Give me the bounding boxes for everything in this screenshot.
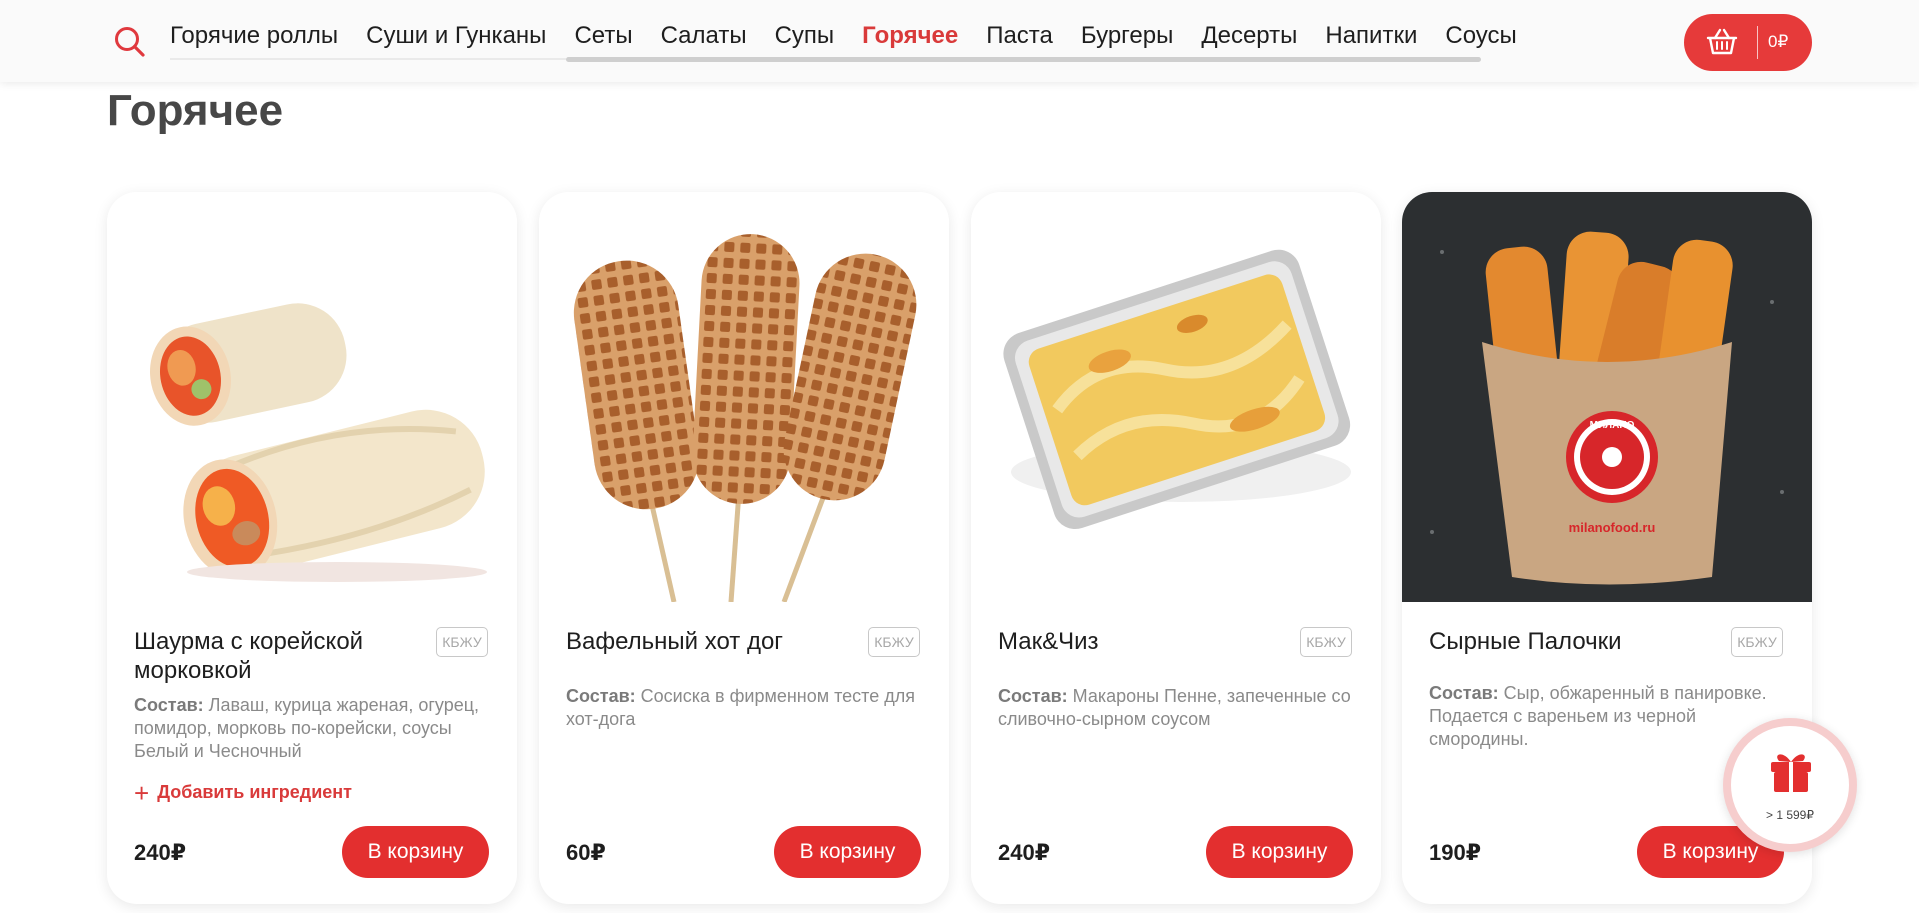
product-description: Состав: Сыр, обжаренный в панировке. Под… [1429,682,1789,751]
add-ingredient-button[interactable]: + Добавить ингредиент [134,777,352,808]
kbju-button[interactable]: КБЖУ [436,627,488,657]
product-title[interactable]: Сырные Палочки [1429,627,1729,656]
product-price: 240₽ [998,840,1051,865]
kbju-button[interactable]: КБЖУ [1731,627,1783,657]
basket-icon [1706,28,1738,55]
product-price: 240₽ [134,840,187,865]
product-image-mac-cheese[interactable] [971,192,1381,602]
nav-item-hot-rolls[interactable]: Горячие роллы [170,18,338,54]
desc-label: Состав: [998,686,1068,706]
nav-item-pasta[interactable]: Паста [986,18,1053,54]
desc-label: Состав: [1429,683,1499,703]
category-nav: Горячие роллы Суши и Гунканы Сеты Салаты… [170,18,1545,54]
nav-item-soups[interactable]: Супы [775,18,835,54]
product-description: Состав: Макароны Пенне, запеченные со сл… [998,685,1358,731]
cart-button[interactable]: 0₽ [1684,14,1812,71]
nav-scroll-track [170,58,566,60]
product-image-shawarma[interactable] [107,192,517,602]
product-price: 190₽ [1429,840,1482,865]
plus-icon: + [134,777,150,808]
package-brand: МИЛАНО [1590,420,1635,431]
cart-total: 0₽ [1768,32,1789,51]
desc-label: Состав: [134,695,204,715]
top-header: Горячие роллы Суши и Гунканы Сеты Салаты… [0,0,1919,82]
kbju-button[interactable]: КБЖУ [868,627,920,657]
add-to-cart-button[interactable]: В корзину [1206,826,1353,878]
nav-item-hot[interactable]: Горячее [862,18,958,54]
product-price: 60₽ [566,840,606,865]
nav-scrollbar[interactable] [566,57,1481,62]
add-to-cart-button[interactable]: В корзину [342,826,489,878]
product-image-cheese-sticks[interactable]: МИЛАНО milanofood.ru [1402,192,1812,602]
page-title: Горячее [107,86,284,135]
product-card: Шаурма с корейской морковкой КБЖУ Состав… [107,192,517,904]
product-title[interactable]: Вафельный хот дог [566,627,866,656]
gift-icon [1771,754,1811,792]
nav-item-sauces[interactable]: Соусы [1445,18,1516,54]
product-image-waffle-hotdog[interactable] [539,192,949,602]
gift-widget[interactable]: > 1 599₽ [1723,718,1857,852]
nav-item-sets[interactable]: Сеты [574,18,632,54]
desc-label: Состав: [566,686,636,706]
add-to-cart-button[interactable]: В корзину [774,826,921,878]
product-card: Вафельный хот дог КБЖУ Состав: Сосиска в… [539,192,949,904]
nav-item-sushi[interactable]: Суши и Гунканы [366,18,546,54]
package-url: milanofood.ru [1569,520,1656,535]
nav-item-drinks[interactable]: Напитки [1325,18,1417,54]
search-icon[interactable] [112,24,148,60]
nav-item-desserts[interactable]: Десерты [1201,18,1297,54]
product-card: Мак&Чиз КБЖУ Состав: Макароны Пенне, зап… [971,192,1381,904]
product-title[interactable]: Мак&Чиз [998,627,1298,656]
product-description: Состав: Сосиска в фирменном тесте для хо… [566,685,926,731]
nav-item-salads[interactable]: Салаты [661,18,747,54]
nav-item-burgers[interactable]: Бургеры [1081,18,1173,54]
cart-divider [1757,26,1758,59]
gift-threshold: > 1 599₽ [1765,808,1814,822]
add-ingredient-label: Добавить ингредиент [157,782,352,802]
kbju-button[interactable]: КБЖУ [1300,627,1352,657]
product-title[interactable]: Шаурма с корейской морковкой [134,627,434,685]
product-description: Состав: Лаваш, курица жареная, огурец, п… [134,694,494,763]
